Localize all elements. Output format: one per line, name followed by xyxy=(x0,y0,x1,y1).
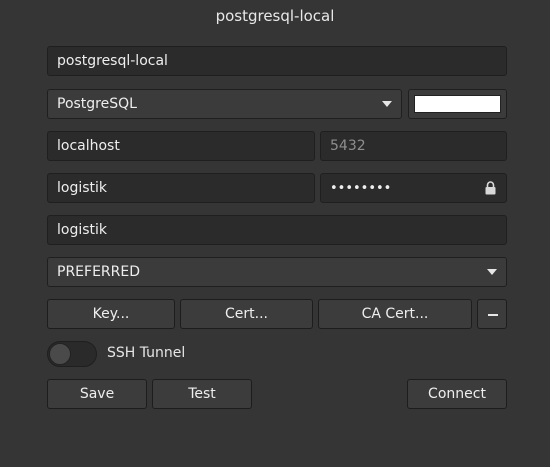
ssl-mode-select[interactable]: PREFERRED xyxy=(47,257,507,287)
window-title: postgresql-local xyxy=(215,7,335,25)
password-value: •••••••• xyxy=(330,181,392,196)
ssl-ca-cert-button[interactable]: CA Cert... xyxy=(318,299,472,329)
ssl-remove-button[interactable] xyxy=(477,299,507,329)
color-swatch xyxy=(414,95,501,113)
save-button[interactable]: Save xyxy=(47,379,147,409)
ssl-key-button[interactable]: Key... xyxy=(47,299,175,329)
database-input[interactable]: logistik xyxy=(47,215,507,245)
host-input[interactable]: localhost xyxy=(47,131,315,161)
minus-icon xyxy=(488,314,498,316)
toggle-knob xyxy=(49,343,71,365)
ssl-mode-value: PREFERRED xyxy=(57,264,140,280)
ssh-tunnel-toggle[interactable] xyxy=(47,341,97,367)
password-input[interactable]: •••••••• xyxy=(320,173,507,203)
connection-name-input[interactable]: postgresql-local xyxy=(47,46,507,76)
color-picker-button[interactable] xyxy=(408,89,507,119)
ssh-tunnel-label: SSH Tunnel xyxy=(107,345,186,361)
driver-select[interactable]: PostgreSQL xyxy=(47,89,402,119)
port-input[interactable]: 5432 xyxy=(320,131,507,161)
test-button[interactable]: Test xyxy=(152,379,252,409)
driver-select-value: PostgreSQL xyxy=(57,96,137,112)
user-input[interactable]: logistik xyxy=(47,173,315,203)
lock-icon xyxy=(485,181,496,195)
ssl-cert-button[interactable]: Cert... xyxy=(180,299,313,329)
connect-button[interactable]: Connect xyxy=(407,379,507,409)
chevron-down-icon xyxy=(487,269,497,275)
chevron-down-icon xyxy=(382,101,392,107)
